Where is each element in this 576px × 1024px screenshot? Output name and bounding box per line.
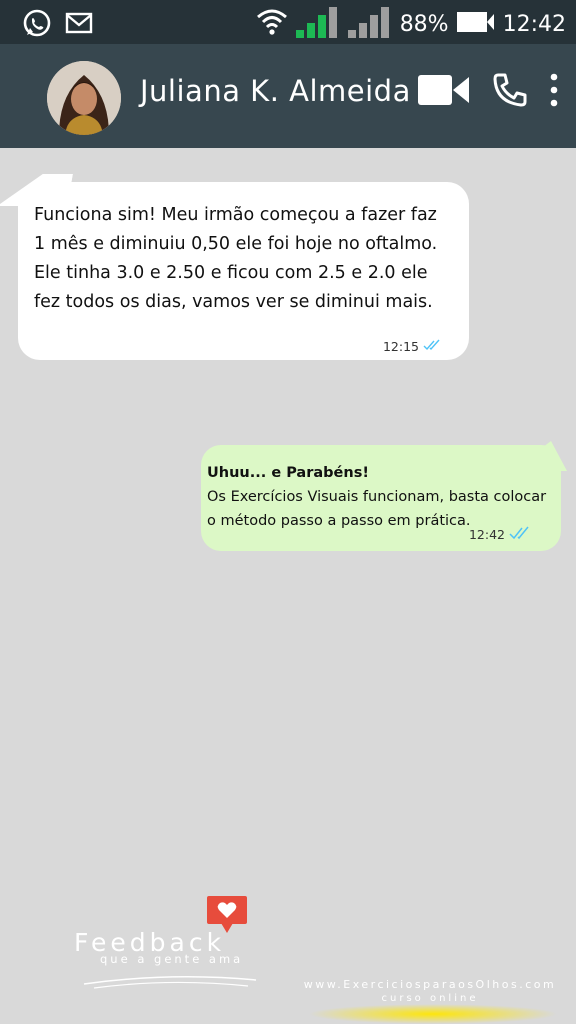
bubble-tail	[0, 174, 73, 206]
video-call-icon[interactable]	[418, 73, 470, 111]
feedback-logo: Feedback que a gente ama	[70, 892, 270, 1002]
underline-swoosh-icon	[83, 976, 257, 989]
message-title: Uhuu... e Parabéns!	[207, 465, 369, 481]
clock: 12:42	[502, 11, 566, 37]
read-ticks-icon	[423, 339, 443, 354]
incoming-message[interactable]: Funciona sim! Meu irmão começou a fazer …	[0, 174, 469, 360]
status-bar: 88% 12:42	[0, 0, 576, 44]
message-time: 12:42	[468, 527, 505, 542]
read-ticks-icon	[509, 526, 533, 543]
message-meta: 12:42	[469, 526, 533, 543]
outgoing-message[interactable]: Uhuu... e Parabéns! Os Exercícios Visuai…	[201, 441, 567, 551]
site-url: www.ExerciciosparaosOlhos.com	[303, 978, 557, 991]
bubble-tail	[511, 441, 567, 471]
heart-badge-icon	[207, 896, 247, 933]
avatar[interactable]	[47, 61, 121, 135]
glow-decoration	[308, 1004, 558, 1024]
signal-bars-icon	[295, 6, 340, 42]
more-options-icon[interactable]	[550, 72, 558, 112]
feedback-sub: que a gente ama	[100, 952, 244, 966]
contact-name[interactable]: Juliana K. Almeida	[140, 74, 411, 108]
chat-header: Juliana K. Almeida	[0, 44, 576, 148]
site-credit: www.ExerciciosparaosOlhos.com curso onli…	[300, 978, 560, 1004]
mail-icon	[64, 8, 94, 42]
signal-bars-icon	[347, 6, 392, 42]
wifi-icon	[256, 8, 288, 40]
whatsapp-icon	[22, 8, 52, 42]
message-text: Funciona sim! Meu irmão começou a fazer …	[34, 205, 438, 312]
phone-call-icon[interactable]	[492, 72, 528, 112]
battery-icon	[456, 10, 495, 38]
site-sub: curso online	[381, 993, 479, 1004]
message-time: 12:15	[382, 339, 419, 354]
message-meta: 12:15	[383, 339, 443, 354]
battery-percent: 88%	[399, 11, 449, 37]
